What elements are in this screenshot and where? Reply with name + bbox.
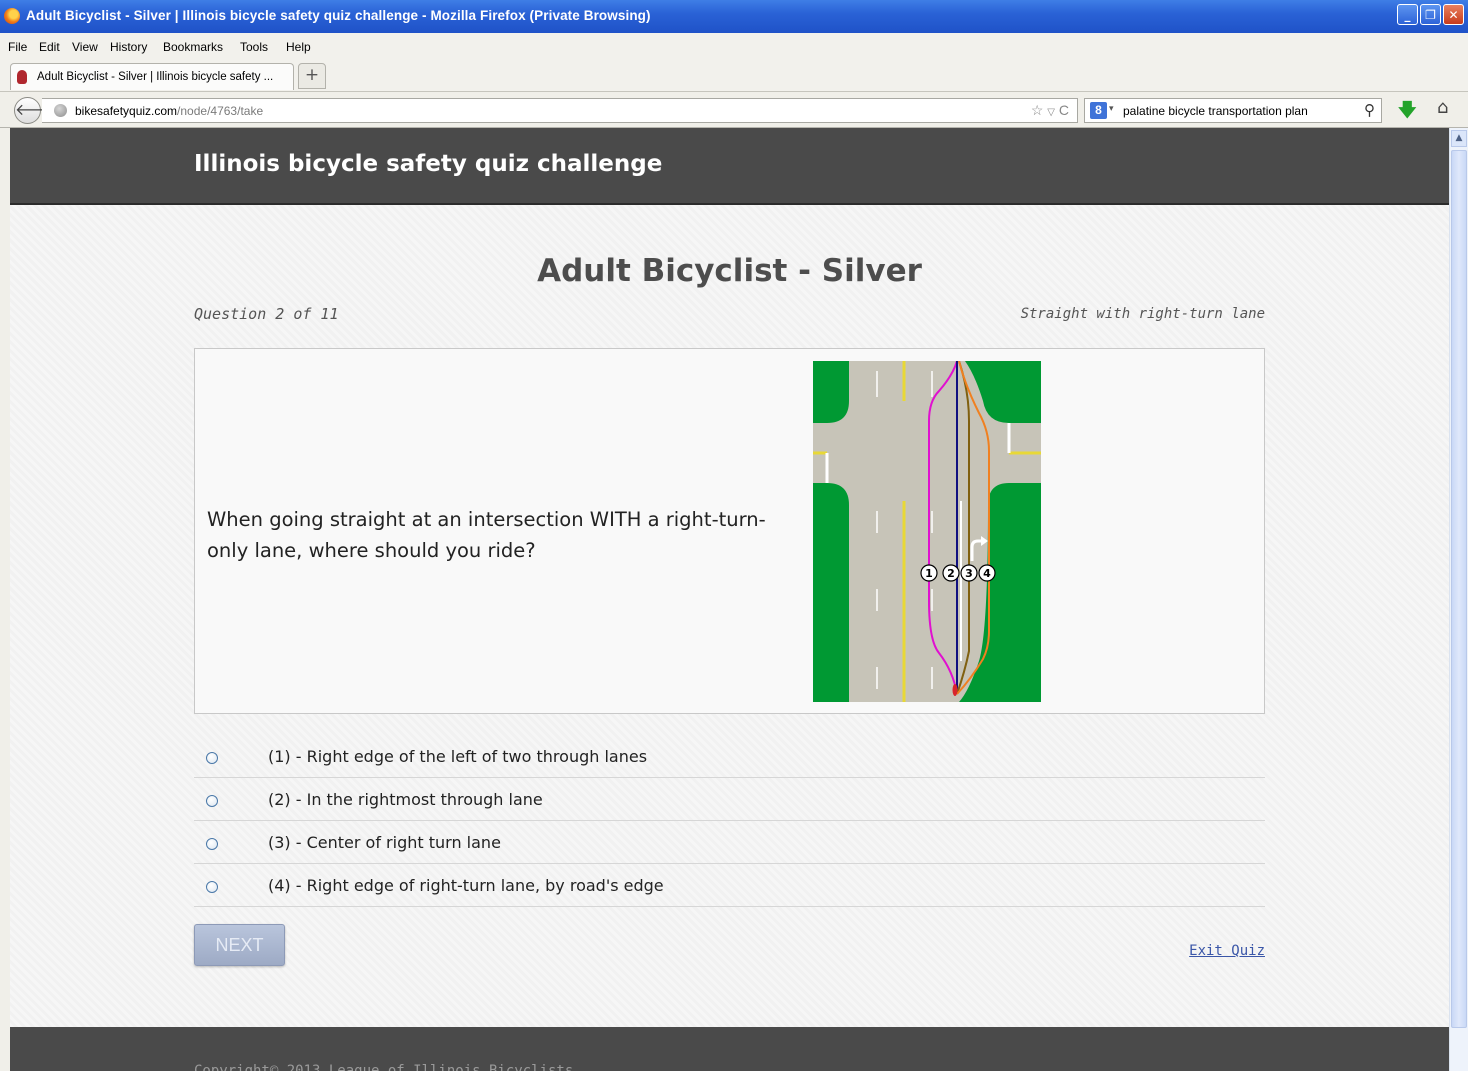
exit-quiz-link[interactable]: Exit Quiz: [1189, 943, 1265, 959]
home-icon[interactable]: ⌂: [1437, 97, 1448, 118]
bookmark-star-icon[interactable]: ☆: [1031, 102, 1044, 118]
answer-option-1[interactable]: (1) - Right edge of the left of two thro…: [194, 735, 1265, 778]
url-domain: bikesafetyquiz.com: [75, 104, 178, 118]
new-tab-button[interactable]: +: [298, 63, 326, 89]
answer-radio-4[interactable]: [206, 881, 218, 893]
marker-3: 3: [965, 567, 973, 580]
page-viewport: Illinois bicycle safety quiz challenge A…: [0, 128, 1468, 1071]
viewport-left-edge: [0, 128, 10, 1071]
bicycle-icon: [952, 684, 958, 696]
search-icon[interactable]: ⚲: [1364, 101, 1375, 119]
close-button[interactable]: ✕: [1443, 4, 1464, 25]
menu-help[interactable]: Help: [286, 40, 311, 54]
menu-tools[interactable]: Tools: [240, 40, 268, 54]
search-engine-dropdown-icon[interactable]: ▾: [1109, 103, 1114, 114]
answer-list: (1) - Right edge of the left of two thro…: [194, 735, 1265, 907]
url-path: /node/4763/take: [177, 104, 264, 118]
window-controls: _ ❐ ✕: [1397, 4, 1464, 25]
menu-view[interactable]: View: [72, 40, 98, 54]
site-footer: Copyright© 2013 League of Illinois Bicyc…: [10, 1027, 1449, 1071]
url-actions: ☆ ▽ C: [1031, 102, 1069, 119]
scroll-up-button[interactable]: ▲: [1451, 130, 1467, 147]
reload-icon[interactable]: C: [1059, 102, 1069, 118]
menu-history[interactable]: History: [110, 40, 147, 54]
vertical-scrollbar[interactable]: ▲: [1449, 128, 1468, 1071]
search-input[interactable]: palatine bicycle transportation plan: [1123, 104, 1308, 118]
tab-active[interactable]: Adult Bicyclist - Silver | Illinois bicy…: [10, 63, 294, 90]
quiz-content: Adult Bicyclist - Silver Question 2 of 1…: [10, 205, 1449, 1027]
minimize-button[interactable]: _: [1397, 4, 1418, 25]
answer-label-1[interactable]: (1) - Right edge of the left of two thro…: [268, 747, 647, 766]
next-button[interactable]: NEXT: [194, 924, 285, 966]
answer-radio-2[interactable]: [206, 795, 218, 807]
grass-bottom-left: [813, 483, 849, 702]
answer-option-4[interactable]: (4) - Right edge of right-turn lane, by …: [194, 864, 1265, 907]
marker-4: 4: [983, 567, 991, 580]
search-engine-icon[interactable]: 8: [1090, 102, 1107, 119]
tab-strip: Adult Bicyclist - Silver | Illinois bicy…: [0, 60, 1468, 91]
window-titlebar: Adult Bicyclist - Silver | Illinois bicy…: [0, 0, 1468, 33]
answer-option-2[interactable]: (2) - In the rightmost through lane: [194, 778, 1265, 821]
answer-label-4[interactable]: (4) - Right edge of right-turn lane, by …: [268, 876, 664, 895]
copyright-text: Copyright© 2013 League of Illinois Bicyc…: [194, 1063, 574, 1071]
window-title: Adult Bicyclist - Silver | Illinois bicy…: [26, 8, 651, 23]
site-header: Illinois bicycle safety quiz challenge: [10, 128, 1449, 205]
restore-button[interactable]: ❐: [1420, 4, 1441, 25]
tab-label: Adult Bicyclist - Silver | Illinois bicy…: [37, 71, 274, 83]
navigation-bar: 🡐 bikesafetyquiz.com/node/4763/take ☆ ▽ …: [0, 91, 1468, 128]
question-box: When going straight at an intersection W…: [194, 348, 1265, 714]
answer-label-2[interactable]: (2) - In the rightmost through lane: [268, 790, 543, 809]
back-button[interactable]: 🡐: [14, 97, 58, 124]
question-title: Straight with right-turn lane: [1020, 306, 1265, 322]
search-bar[interactable]: 8 ▾ palatine bicycle transportation plan…: [1084, 98, 1382, 123]
page-title: Adult Bicyclist - Silver: [537, 253, 922, 289]
download-icon[interactable]: 🡇: [1398, 98, 1417, 128]
menu-bookmarks[interactable]: Bookmarks: [163, 40, 223, 54]
menu-bar: File Edit View History Bookmarks Tools H…: [0, 33, 1468, 60]
answer-option-3[interactable]: (3) - Center of right turn lane: [194, 821, 1265, 864]
grass-top-left: [813, 361, 849, 423]
site-name[interactable]: Illinois bicycle safety quiz challenge: [194, 151, 662, 177]
intersection-diagram: 1 2 3 4: [813, 361, 1041, 702]
illinois-favicon-icon: [17, 70, 27, 84]
firefox-icon: [4, 8, 20, 24]
question-progress: Question 2 of 11: [194, 305, 339, 323]
history-dropdown-icon[interactable]: ▽: [1047, 107, 1055, 118]
answer-radio-3[interactable]: [206, 838, 218, 850]
globe-icon: [54, 104, 67, 117]
answer-radio-1[interactable]: [206, 752, 218, 764]
menu-file[interactable]: File: [8, 40, 27, 54]
marker-2: 2: [947, 567, 955, 580]
url-bar[interactable]: bikesafetyquiz.com/node/4763/take ☆ ▽ C: [42, 98, 1078, 123]
scroll-thumb[interactable]: [1451, 150, 1467, 1028]
question-text: When going straight at an intersection W…: [207, 508, 766, 562]
menu-edit[interactable]: Edit: [39, 40, 60, 54]
marker-1: 1: [925, 567, 933, 580]
url-text: bikesafetyquiz.com/node/4763/take: [75, 104, 263, 118]
answer-label-3[interactable]: (3) - Center of right turn lane: [268, 833, 501, 852]
